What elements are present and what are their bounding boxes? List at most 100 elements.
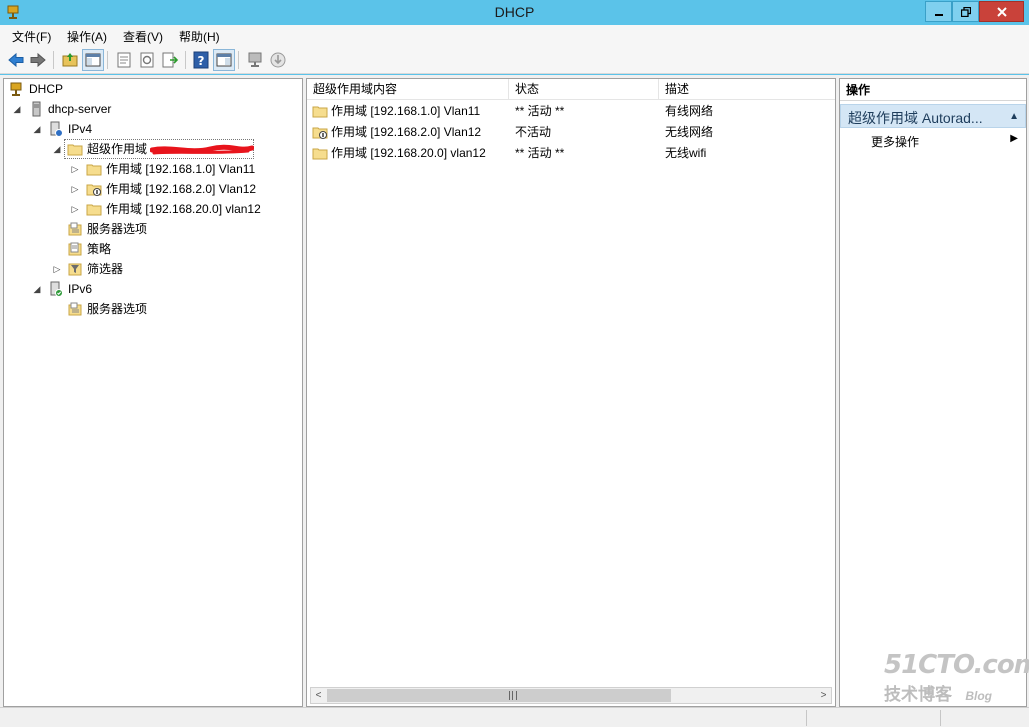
action-pane-icon [216,53,232,67]
menu-file[interactable]: 文件(F) [12,28,51,45]
export-icon [162,52,179,68]
tree-label: 服务器选项 [87,222,148,236]
ipv4-icon [48,121,64,137]
mmc-window: DHCP 文件(F) 操作(A) 查看(V) 帮助(H) ? DHCP ◢ dh… [0,0,1029,727]
server-button[interactable] [245,50,265,70]
tree-node-ipv4[interactable]: ◢ IPv4 [4,119,300,139]
cell-description: 有线网络 [665,104,714,118]
restore-button[interactable] [952,1,979,22]
scroll-right-icon[interactable]: > [816,688,831,703]
policies-icon [67,241,83,257]
expanded-arrow-icon[interactable]: ◢ [32,279,42,299]
filter-icon [67,261,83,277]
tree-label: 策略 [87,242,112,256]
tree-node-ipv6[interactable]: ◢ IPv6 [4,279,300,299]
menu-help[interactable]: 帮助(H) [179,28,220,45]
scrollbar-thumb[interactable] [327,689,671,702]
menu-bar: 文件(F) 操作(A) 查看(V) 帮助(H) [0,25,1029,46]
list-header: 超级作用域内容 状态 描述 [307,79,835,100]
expanded-arrow-icon[interactable]: ◢ [32,119,42,139]
submenu-arrow-icon[interactable]: ▶ [1010,133,1018,144]
forward-button[interactable] [28,50,48,70]
scroll-left-icon[interactable]: < [311,688,326,703]
collapsed-arrow-icon[interactable]: ▷ [52,259,62,279]
show-hide-action-pane-button[interactable] [213,49,235,71]
forward-arrow-icon [30,52,46,68]
tree-node-scope[interactable]: ▷ 作用域 [192.168.1.0] Vlan11 [4,159,300,179]
tree-node-server[interactable]: ◢ dhcp-server [4,99,300,119]
tree-node-superscope[interactable]: ◢ 超级作用域 [4,139,300,159]
tree-node-policies[interactable]: 策略 [4,239,300,259]
column-header-status[interactable]: 状态 [509,79,659,100]
list-row[interactable]: 作用域 [192.168.1.0] Vlan11 ** 活动 ** 有线网络 [307,101,835,122]
back-button[interactable] [6,50,26,70]
monitor-icon [248,52,262,67]
refresh-icon [140,52,154,68]
close-button[interactable] [979,1,1024,22]
tree-node-server-options[interactable]: 服务器选项 [4,219,300,239]
collapsed-arrow-icon[interactable]: ▷ [70,179,80,199]
close-icon [996,6,1007,17]
tree-label: 服务器选项 [87,302,148,316]
grip-icon [509,691,517,700]
column-header-contents[interactable]: 超级作用域内容 [307,79,509,100]
list-row[interactable]: 作用域 [192.168.20.0] vlan12 ** 活动 ** 无线wif… [307,143,835,164]
help-button[interactable]: ? [191,50,211,70]
refresh-button[interactable] [137,50,157,70]
export-list-button[interactable] [160,50,180,70]
expanded-arrow-icon[interactable]: ◢ [12,99,22,119]
console-tree[interactable]: DHCP ◢ dhcp-server ◢ IPv4 ◢ 超级作用域 ▷ 作用域 … [3,78,303,707]
inactive-folder-icon [86,181,102,197]
collapsed-arrow-icon[interactable]: ▷ [70,199,80,219]
watermark-logo: 51CTO.com [884,650,1029,680]
server-options-icon [67,221,83,237]
minimize-icon [934,13,943,16]
up-one-level-button[interactable] [60,50,80,70]
properties-icon [117,52,131,68]
cell-description: 无线wifi [665,146,707,160]
title-bar[interactable]: DHCP [0,0,1029,25]
folder-icon [86,201,102,217]
menu-action[interactable]: 操作(A) [67,28,107,45]
tree-node-server-options[interactable]: 服务器选项 [4,299,300,319]
horizontal-scrollbar[interactable]: < > [310,687,832,704]
list-row[interactable]: 作用域 [192.168.2.0] Vlan12 不活动 无线网络 [307,122,835,143]
toolbar-separator [185,51,186,69]
cell-scope-name: 作用域 [192.168.1.0] Vlan11 [331,104,481,118]
cell-status: 不活动 [515,125,552,139]
tree-node-scope[interactable]: ▷ 作用域 [192.168.2.0] Vlan12 [4,179,300,199]
show-hide-console-tree-button[interactable] [82,49,104,71]
folder-icon [67,141,83,157]
folder-icon [86,161,102,177]
result-list[interactable]: 超级作用域内容 状态 描述 作用域 [192.168.1.0] Vlan11 *… [306,78,836,707]
cell-status: ** 活动 ** [515,104,565,118]
main-area: DHCP ◢ dhcp-server ◢ IPv4 ◢ 超级作用域 ▷ 作用域 … [0,75,1029,707]
tree-label: IPv6 [68,282,93,296]
svg-text:?: ? [198,54,205,68]
tree-node-scope[interactable]: ▷ 作用域 [192.168.20.0] vlan12 [4,199,300,219]
column-header-description[interactable]: 描述 [659,79,835,100]
toolbar-separator [107,51,108,69]
back-arrow-icon [8,52,24,68]
expanded-arrow-icon[interactable]: ◢ [52,139,62,159]
help-icon: ? [193,51,209,69]
tree-label: 超级作用域 [87,142,148,156]
folder-up-icon [62,53,78,67]
dhcp-icon [8,81,24,97]
more-actions-item[interactable]: 更多操作 [871,133,919,150]
properties-button[interactable] [114,50,134,70]
tree-label: DHCP [29,82,64,96]
watermark: 51CTO.com 技术博客 Blog [884,650,1029,705]
tree-node-filters[interactable]: ▷ 筛选器 [4,259,300,279]
action-group-superscope[interactable]: 超级作用域 Autorad... ▲ [840,104,1026,128]
minimize-button[interactable] [925,1,952,22]
status-divider [806,710,807,726]
actions-pane: 操作 超级作用域 Autorad... ▲ 更多操作 ▶ [839,78,1027,707]
tree-node-dhcp[interactable]: DHCP [4,79,300,99]
collapsed-arrow-icon[interactable]: ▷ [70,159,80,179]
menu-view[interactable]: 查看(V) [123,28,163,45]
download-button[interactable] [268,50,288,70]
collapse-up-icon[interactable]: ▲ [1009,111,1019,122]
status-bar [0,707,1029,727]
toolbar-separator [53,51,54,69]
